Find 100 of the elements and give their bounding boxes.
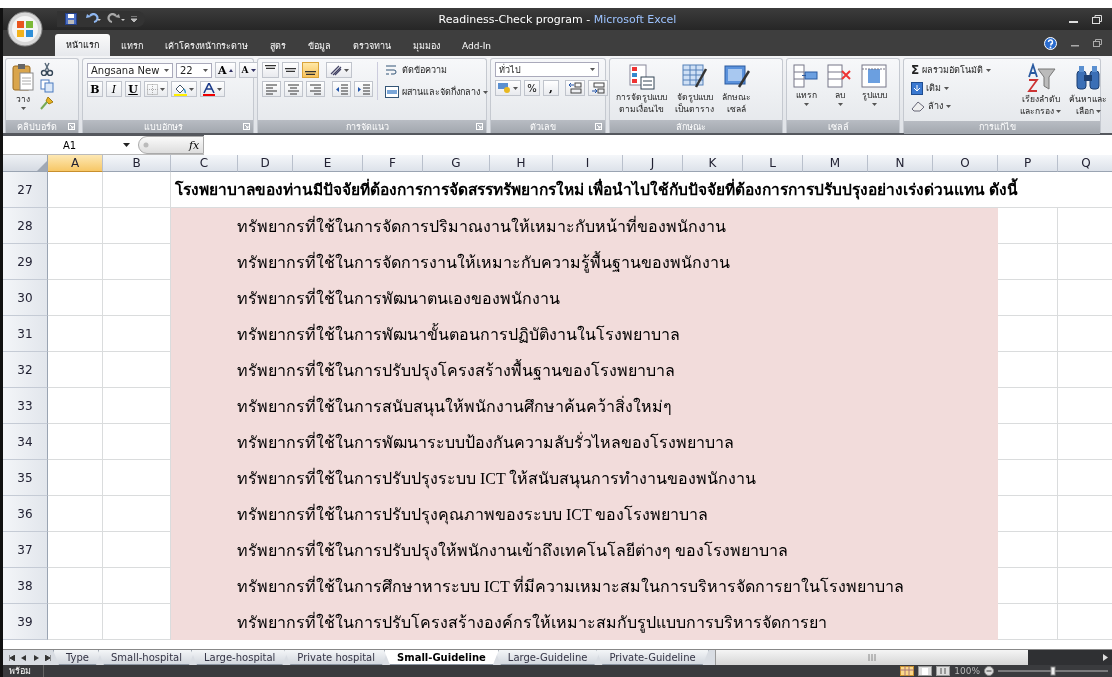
bold-button[interactable]: B <box>87 81 103 97</box>
underline-button[interactable]: U <box>125 81 141 97</box>
column-header[interactable]: O <box>933 155 998 172</box>
next-sheet-icon[interactable] <box>33 654 39 661</box>
previous-sheet-icon[interactable] <box>21 654 27 661</box>
sheet-tab[interactable]: Small-hospital <box>97 650 195 665</box>
formula-input[interactable] <box>204 135 1112 155</box>
zoom-level[interactable]: 100% <box>954 666 980 676</box>
horizontal-scrollbar[interactable] <box>714 650 1028 665</box>
decrease-indent-button[interactable] <box>332 81 351 97</box>
ribbon-tab[interactable]: เค้าโครงหน้ากระดาษ <box>154 36 259 56</box>
grow-font-button[interactable]: A <box>215 62 236 78</box>
row-header[interactable]: 29 <box>3 244 48 280</box>
undo-icon[interactable] <box>83 13 101 25</box>
ribbon-tab[interactable]: สูตร <box>259 36 297 56</box>
help-icon[interactable] <box>1044 36 1057 50</box>
column-header[interactable]: B <box>103 155 171 172</box>
column-header[interactable]: H <box>490 155 553 172</box>
sheet-tab[interactable]: Small-Guideline <box>384 650 499 665</box>
zoom-slider-icon[interactable] <box>998 666 1108 676</box>
vertical-align-button[interactable] <box>282 62 299 78</box>
page-break-icon[interactable] <box>936 666 951 676</box>
clear-button[interactable]: ล้าง <box>908 98 995 114</box>
vertical-align-button[interactable] <box>302 62 319 78</box>
column-header[interactable]: K <box>683 155 743 172</box>
normal-view-icon[interactable] <box>900 666 915 676</box>
column-header[interactable]: Q <box>1058 155 1112 172</box>
restore-icon[interactable] <box>1092 14 1102 24</box>
zoom-out-icon[interactable] <box>984 666 994 676</box>
first-sheet-icon[interactable] <box>9 654 15 661</box>
orientation-button[interactable] <box>326 62 352 78</box>
cut-icon[interactable] <box>40 62 54 76</box>
sort-filter-button[interactable]: เรียงลำดับ และกรอง <box>1018 62 1064 118</box>
row-header[interactable]: 30 <box>3 280 48 316</box>
column-header[interactable]: D <box>238 155 293 172</box>
row-header[interactable]: 39 <box>3 604 48 640</box>
column-header[interactable]: G <box>423 155 490 172</box>
row-header[interactable]: 27 <box>3 172 48 208</box>
font-size-dropdown[interactable]: 22 <box>176 62 212 78</box>
ribbon-tab[interactable]: ตรวจทาน <box>342 36 402 56</box>
row-header[interactable]: 38 <box>3 568 48 604</box>
currency-button[interactable] <box>495 80 521 96</box>
row-header[interactable]: 32 <box>3 352 48 388</box>
row-header[interactable]: 34 <box>3 424 48 460</box>
column-header[interactable]: J <box>623 155 683 172</box>
shrink-font-button[interactable]: A <box>238 62 259 78</box>
ribbon-tab[interactable]: แทรก <box>110 36 154 56</box>
row-header[interactable]: 36 <box>3 496 48 532</box>
format-as-table-button[interactable]: จัดรูปแบบ เป็นตาราง <box>673 62 716 116</box>
page-layout-icon[interactable] <box>918 666 933 676</box>
fill-button[interactable]: เติม <box>908 80 995 96</box>
italic-button[interactable]: I <box>106 81 122 97</box>
column-header[interactable]: A <box>48 155 103 172</box>
customize-icon[interactable] <box>131 16 137 22</box>
row-header[interactable]: 28 <box>3 208 48 244</box>
conditional-formatting-button[interactable]: การจัดรูปแบบ ตามเงื่อนไข <box>614 62 669 116</box>
delete-button[interactable]: ลบ <box>825 62 855 107</box>
redo-icon[interactable] <box>107 13 125 25</box>
column-header[interactable]: C <box>171 155 238 172</box>
column-header[interactable]: E <box>293 155 363 172</box>
insert-function-button[interactable]: fx <box>138 136 205 154</box>
autosum-button[interactable]: Σ ผลรวมอัตโนมัติ <box>908 62 995 78</box>
decrease-decimal-button[interactable] <box>588 80 608 96</box>
increase-indent-button[interactable] <box>354 81 373 97</box>
merge-center-button[interactable]: ผสานและจัดกึ่งกลาง <box>382 84 491 100</box>
insert-button[interactable]: แทรก <box>791 62 821 107</box>
name-box[interactable]: A1 <box>3 136 138 154</box>
restore-icon[interactable] <box>1093 39 1102 47</box>
number-format-dropdown[interactable]: ทั่วไป <box>495 62 599 77</box>
column-header[interactable]: L <box>743 155 803 172</box>
row-header[interactable]: 37 <box>3 532 48 568</box>
find-select-button[interactable]: ค้นหาและ เลือก <box>1067 62 1110 118</box>
sheet-tab[interactable]: Type <box>53 650 102 665</box>
comma-button[interactable]: , <box>543 80 559 96</box>
format-painter-icon[interactable] <box>40 96 54 110</box>
increase-decimal-button[interactable] <box>565 80 585 96</box>
paste-button[interactable]: วาง <box>10 62 36 111</box>
ribbon-tab[interactable]: Add-In <box>451 36 503 56</box>
cell-styles-button[interactable]: ลักษณะ เซลล์ <box>720 62 753 116</box>
ribbon-tab[interactable]: ข้อมูล <box>297 36 342 56</box>
ribbon-tab[interactable]: หน้าแรก <box>55 34 110 56</box>
font-name-dropdown[interactable]: Angsana New <box>87 62 173 78</box>
row-header[interactable]: 31 <box>3 316 48 352</box>
column-header[interactable]: I <box>553 155 623 172</box>
column-header[interactable]: P <box>998 155 1058 172</box>
wrap-text-button[interactable]: ตัดข้อความ <box>382 62 491 78</box>
format-button[interactable]: รูปแบบ <box>859 62 889 107</box>
row-header[interactable]: 33 <box>3 388 48 424</box>
scroll-right-icon[interactable] <box>1103 654 1108 661</box>
vertical-align-button[interactable] <box>262 62 279 78</box>
percent-button[interactable]: % <box>524 80 540 96</box>
save-icon[interactable] <box>65 13 77 25</box>
font-color-button[interactable] <box>200 81 225 97</box>
last-sheet-icon[interactable] <box>45 654 51 661</box>
column-header[interactable]: F <box>363 155 423 172</box>
sheet-tab[interactable]: Private-Guideline <box>596 650 709 665</box>
column-header[interactable]: M <box>803 155 868 172</box>
ribbon-tab[interactable]: มุมมอง <box>402 36 451 56</box>
row-header[interactable]: 35 <box>3 460 48 496</box>
column-header[interactable]: N <box>868 155 933 172</box>
